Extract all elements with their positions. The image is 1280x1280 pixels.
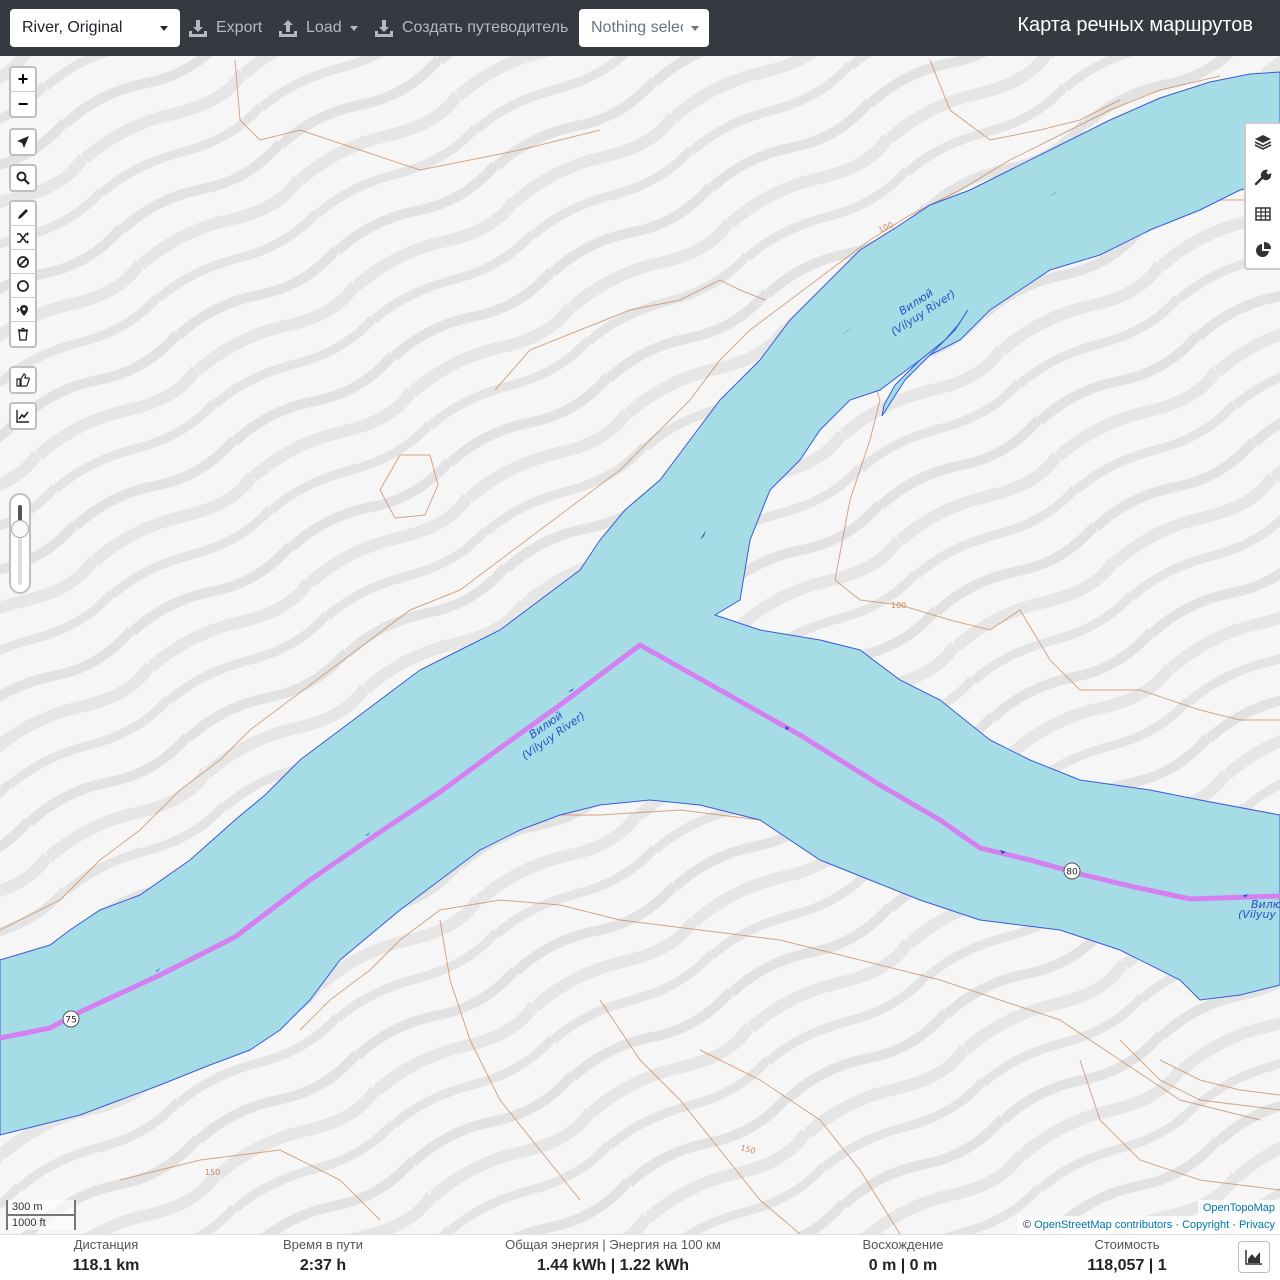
upload-icon bbox=[279, 20, 297, 37]
stat-distance-label: Дистанция bbox=[73, 1237, 139, 1252]
load-button-label: Load bbox=[306, 19, 342, 36]
map-attribution: © OpenStreetMap contributors · Copyright… bbox=[1017, 1216, 1280, 1234]
stat-energy-value: 1.44 kWh | 1.22 kWh bbox=[536, 1257, 690, 1274]
transparency-slider[interactable] bbox=[9, 493, 31, 594]
circle-button[interactable] bbox=[11, 274, 35, 298]
stat-ascent-value: 0 m | 0 m bbox=[868, 1257, 938, 1274]
load-button[interactable]: Load bbox=[278, 9, 358, 47]
export-button[interactable]: Export bbox=[188, 9, 262, 47]
trash-icon bbox=[18, 327, 28, 341]
draw-route-icon bbox=[18, 208, 28, 219]
stat-cost: Стоимость 118,057 | 1 bbox=[1072, 1237, 1182, 1275]
locate-icon bbox=[17, 136, 29, 148]
zoom-control: + − bbox=[9, 66, 37, 118]
osm-contributors-link[interactable]: OpenStreetMap contributors bbox=[1034, 1219, 1172, 1231]
stat-distance-value: 118.1 km bbox=[72, 1257, 140, 1274]
search-icon bbox=[16, 171, 30, 185]
statistics-button[interactable] bbox=[1246, 232, 1280, 268]
route-stats-bar: Дистанция 118.1 km Время в пути 2:37 h О… bbox=[0, 1234, 1280, 1280]
draw-route-button[interactable] bbox=[11, 202, 35, 226]
poi-button[interactable] bbox=[11, 298, 35, 322]
pie-chart-icon bbox=[1256, 241, 1272, 257]
wrench-icon bbox=[1254, 169, 1272, 186]
shuffle-button[interactable] bbox=[11, 226, 35, 250]
export-button-label: Export bbox=[216, 19, 263, 36]
area-chart-icon bbox=[1245, 1250, 1262, 1265]
stat-ascent-label: Восхождение bbox=[862, 1237, 944, 1252]
map-view[interactable]: 100 100 150 150 Вилюй (Vilyuy River) Вил… bbox=[0, 56, 1280, 1234]
stat-cost-value: 118,057 | 1 bbox=[1087, 1257, 1167, 1274]
selection-placeholder: Nothing selected bbox=[591, 19, 683, 36]
search-control bbox=[9, 164, 37, 192]
circle-icon bbox=[17, 279, 29, 292]
stat-time: Время в пути 2:37 h bbox=[268, 1237, 378, 1275]
thumbs-up-button[interactable] bbox=[11, 368, 35, 392]
scale-imperial: 1000 ft bbox=[6, 1214, 76, 1230]
thumbs-up-icon bbox=[16, 373, 30, 387]
zoom-in-icon: + bbox=[17, 69, 29, 89]
layer-attribution: OpenTopoMap bbox=[1197, 1200, 1280, 1216]
slider-thumb[interactable] bbox=[11, 520, 29, 538]
stat-cost-label: Стоимость bbox=[1094, 1237, 1160, 1252]
delete-button[interactable] bbox=[11, 322, 35, 346]
right-control-panel bbox=[1244, 122, 1280, 270]
river-label-english: (Vilyuy River) bbox=[1238, 908, 1280, 921]
copyright-symbol: © bbox=[1022, 1219, 1032, 1231]
search-button[interactable] bbox=[11, 166, 35, 190]
create-guide-label: Создать путеводитель bbox=[402, 19, 569, 36]
layers-button[interactable] bbox=[1246, 124, 1280, 160]
zoom-in-button[interactable]: + bbox=[11, 68, 35, 92]
contour-label: 150 bbox=[205, 1168, 220, 1177]
privacy-link[interactable]: Privacy bbox=[1239, 1219, 1275, 1231]
slider-fill bbox=[18, 505, 22, 521]
download-icon bbox=[375, 20, 393, 37]
map-scale: 300 m 1000 ft bbox=[6, 1200, 76, 1230]
chevron-down-icon bbox=[349, 25, 358, 31]
stat-time-value: 2:37 h bbox=[299, 1257, 347, 1274]
zoom-out-button[interactable]: − bbox=[11, 92, 35, 116]
table-icon bbox=[1255, 207, 1271, 221]
no-go-area-icon bbox=[17, 255, 29, 268]
stat-energy: Общая энергия | Энергия на 100 км 1.44 k… bbox=[498, 1237, 728, 1275]
slider-track bbox=[18, 505, 22, 585]
create-guide-button[interactable]: Создать путеводитель bbox=[374, 9, 568, 47]
stat-energy-label: Общая энергия | Энергия на 100 км bbox=[505, 1237, 721, 1252]
draw-controls bbox=[9, 200, 37, 348]
selection-dropdown[interactable]: Nothing selected bbox=[579, 9, 709, 47]
table-button[interactable] bbox=[1246, 196, 1280, 232]
route-marker-label: 80 bbox=[1066, 868, 1078, 878]
settings-button[interactable] bbox=[1246, 160, 1280, 196]
download-icon bbox=[189, 20, 207, 37]
elevation-profile-button[interactable] bbox=[1238, 1241, 1270, 1273]
profile-select-value: River, Original bbox=[22, 19, 123, 36]
zoom-out-icon: − bbox=[17, 93, 29, 114]
stat-distance: Дистанция 118.1 km bbox=[60, 1237, 152, 1275]
copyright-link[interactable]: Copyright bbox=[1182, 1219, 1229, 1231]
app-title: Карта речных маршрутов bbox=[1017, 14, 1253, 36]
chevron-down-icon bbox=[691, 25, 699, 31]
no-go-area-button[interactable] bbox=[11, 250, 35, 274]
profile-select[interactable]: River, Original bbox=[10, 9, 180, 47]
route-marker-label: 75 bbox=[65, 1016, 76, 1026]
shuffle-icon bbox=[17, 231, 29, 244]
map-canvas[interactable]: 100 100 150 150 Вилюй (Vilyuy River) Вил… bbox=[0, 56, 1280, 1234]
stat-time-label: Время в пути bbox=[283, 1237, 363, 1252]
poi-icon bbox=[16, 304, 28, 316]
locate-control bbox=[9, 128, 37, 156]
route-marker-75[interactable]: 75 bbox=[62, 1010, 80, 1028]
opentopomap-link[interactable]: OpenTopoMap bbox=[1203, 1202, 1275, 1214]
elevation-chart-icon bbox=[16, 410, 29, 423]
contour-label: 100 bbox=[891, 601, 906, 610]
chevron-down-icon bbox=[160, 25, 168, 31]
locate-button[interactable] bbox=[11, 130, 35, 154]
elevation-control bbox=[9, 402, 37, 430]
elevation-chart-button[interactable] bbox=[11, 404, 35, 428]
stat-ascent: Восхождение 0 m | 0 m bbox=[848, 1237, 958, 1275]
feedback-control bbox=[9, 366, 37, 394]
layers-icon bbox=[1254, 135, 1272, 150]
top-toolbar: River, Original Export Load Создать путе… bbox=[0, 0, 1280, 56]
route-marker-80[interactable]: 80 bbox=[1063, 862, 1081, 880]
